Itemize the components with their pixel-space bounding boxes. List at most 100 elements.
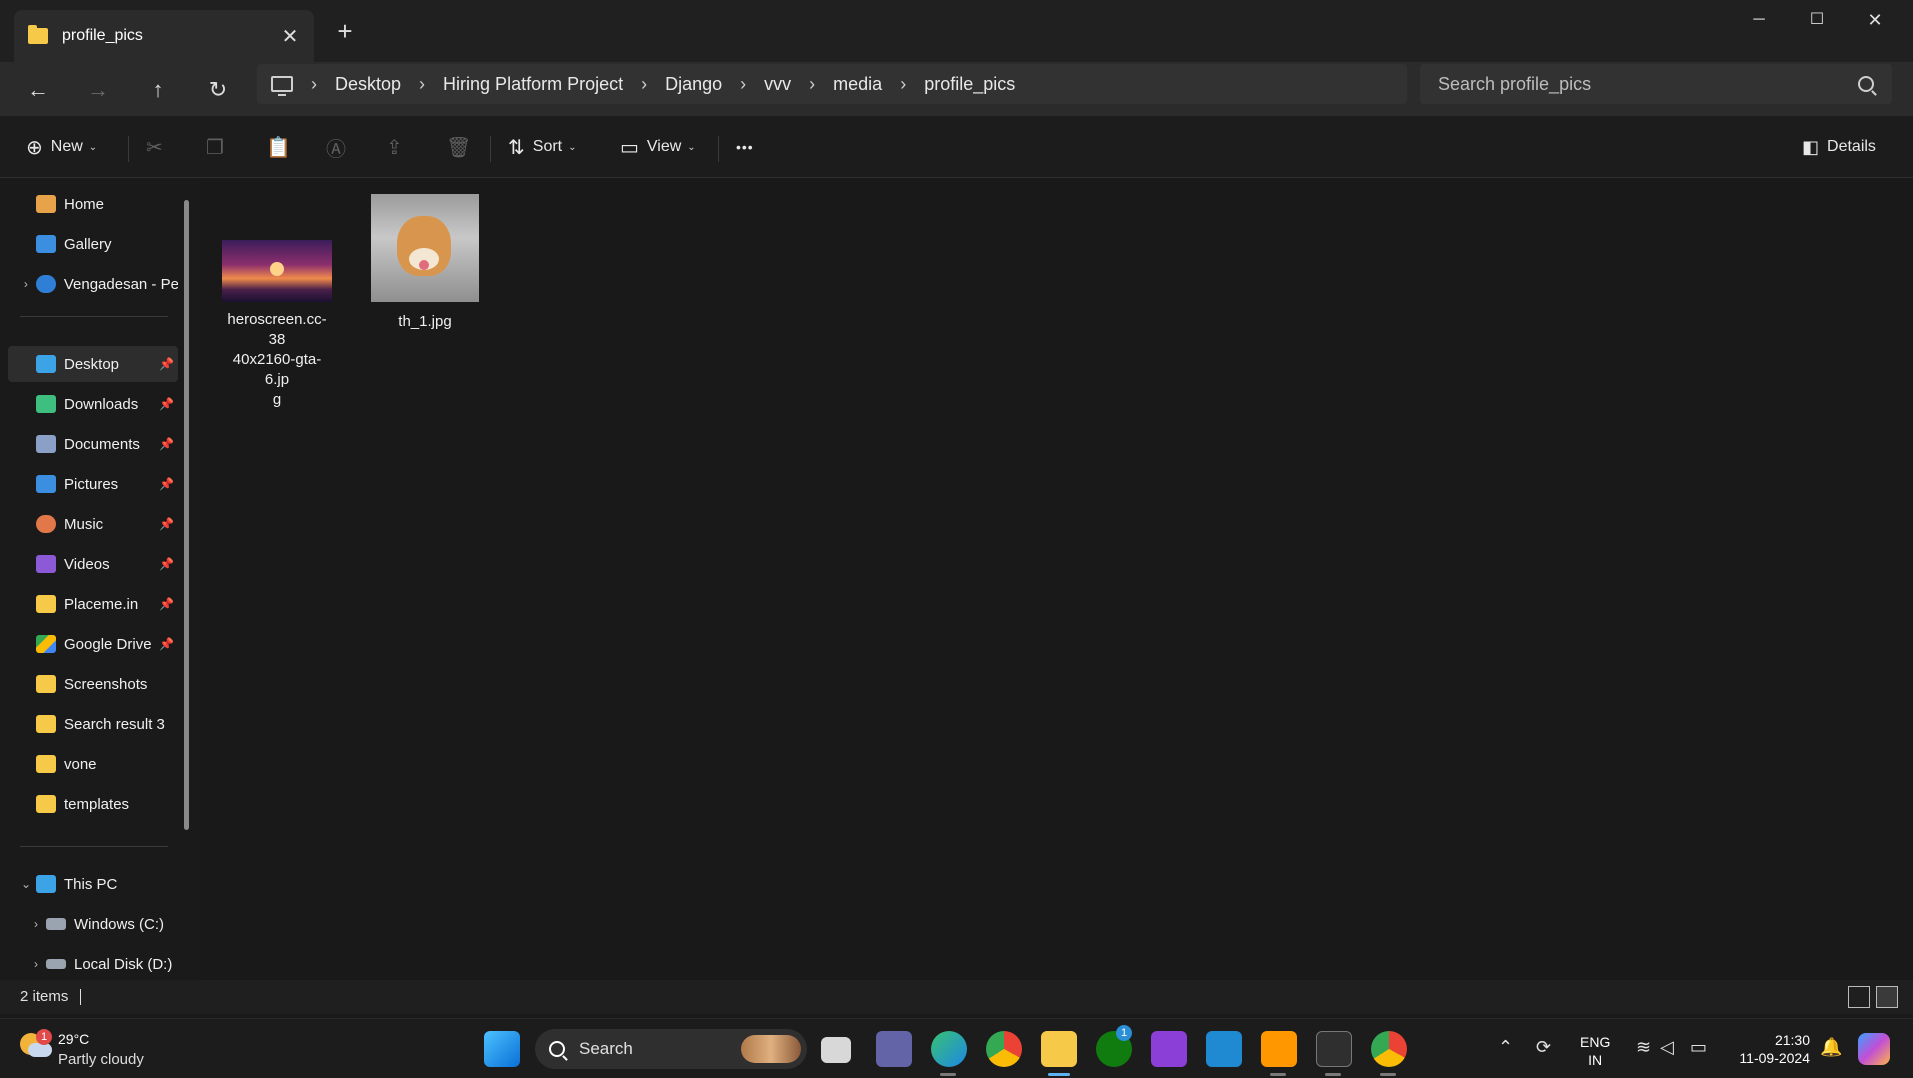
delete-button[interactable]: 🗑: [446, 130, 479, 164]
large-icons-view-button[interactable]: [1876, 986, 1898, 1008]
battery-icon[interactable]: ▭: [1690, 1037, 1707, 1058]
file-item[interactable]: heroscreen.cc-38 40x2160-gta-6.jp g: [222, 240, 332, 410]
chevron-down-icon: ⌄: [88, 141, 98, 153]
breadcrumb-desktop[interactable]: Desktop: [335, 74, 401, 95]
search-icon: [549, 1041, 565, 1057]
folder-icon: [36, 595, 56, 613]
sidebar-item-windows-c[interactable]: › Windows (C:): [18, 906, 188, 942]
rename-button[interactable]: Ⓐ: [326, 130, 354, 164]
task-view-icon[interactable]: [821, 1037, 851, 1063]
clock[interactable]: 21:30 11-09-2024: [1730, 1031, 1810, 1067]
share-icon: ⇪: [386, 136, 403, 159]
sidebar-item-videos[interactable]: Videos 📌: [8, 546, 178, 582]
pin-icon: 📌: [159, 597, 174, 611]
google-drive-icon: [36, 635, 56, 653]
breadcrumb-profile-pics[interactable]: profile_pics: [924, 74, 1015, 95]
volume-icon[interactable]: ◁: [1660, 1037, 1674, 1058]
home-icon: [36, 195, 56, 213]
chevron-right-icon[interactable]: ›: [26, 917, 46, 931]
sidebar-item-desktop[interactable]: Desktop 📌: [8, 346, 178, 382]
edge-icon[interactable]: [931, 1031, 967, 1067]
sidebar-item-this-pc[interactable]: ⌄ This PC: [8, 866, 178, 902]
details-pane-icon: ◧: [1802, 136, 1820, 157]
taskbar-search[interactable]: Search: [535, 1029, 807, 1069]
file-name: heroscreen.cc-38 40x2160-gta-6.jp g: [227, 311, 327, 408]
divider: [20, 846, 168, 847]
tab-close-button[interactable]: ✕: [280, 24, 300, 49]
back-button[interactable]: ←: [18, 72, 58, 108]
sort-button[interactable]: ⇅ Sort ⌄: [508, 130, 577, 164]
sidebar-item-music[interactable]: Music 📌: [8, 506, 178, 542]
app-icon[interactable]: [1151, 1031, 1187, 1067]
breadcrumb-django[interactable]: Django: [665, 74, 722, 95]
new-tab-button[interactable]: +: [330, 16, 360, 46]
language-indicator[interactable]: ENG IN: [1580, 1033, 1610, 1069]
more-options-button[interactable]: •••: [736, 130, 754, 164]
search-box[interactable]: Search profile_pics: [1420, 64, 1892, 104]
file-explorer-icon[interactable]: [1041, 1031, 1077, 1067]
chevron-right-icon[interactable]: ›: [16, 277, 36, 291]
file-item[interactable]: th_1.jpg: [370, 194, 480, 332]
pin-icon: 📌: [159, 477, 174, 491]
minimize-button[interactable]: ─: [1730, 4, 1788, 36]
folder-icon: [36, 675, 56, 693]
chevron-down-icon: ⌄: [687, 141, 696, 153]
sidebar-item-pictures[interactable]: Pictures 📌: [8, 466, 178, 502]
tab-profile-pics[interactable]: profile_pics ✕: [14, 10, 314, 62]
drive-icon: [46, 918, 66, 930]
sublime-text-icon[interactable]: [1261, 1031, 1297, 1067]
sidebar-item-placeme[interactable]: Placeme.in 📌: [8, 586, 178, 622]
close-window-button[interactable]: ✕: [1846, 4, 1904, 36]
details-pane-button[interactable]: ◧ Details: [1802, 130, 1876, 164]
search-input[interactable]: Search profile_pics: [1438, 74, 1858, 95]
pin-icon: 📌: [159, 397, 174, 411]
up-button[interactable]: ↑: [138, 72, 178, 108]
sidebar-item-google-drive[interactable]: Google Drive 📌: [8, 626, 178, 662]
copilot-icon[interactable]: [1858, 1033, 1890, 1065]
teams-icon[interactable]: [876, 1031, 912, 1067]
forward-button[interactable]: →: [78, 72, 118, 108]
sidebar-item-home[interactable]: Home: [8, 186, 178, 222]
chrome-icon[interactable]: [1371, 1031, 1407, 1067]
taskbar: 1 29°C Partly cloudy Search 1 ⌃ ⟳ ENG IN…: [0, 1018, 1913, 1078]
view-button[interactable]: ▭ View ⌄: [620, 130, 696, 164]
sidebar-item-documents[interactable]: Documents 📌: [8, 426, 178, 462]
file-list: heroscreen.cc-38 40x2160-gta-6.jp g th_1…: [200, 178, 1913, 980]
vscode-icon[interactable]: [1206, 1031, 1242, 1067]
paste-button[interactable]: 📋: [266, 130, 299, 164]
cut-button[interactable]: ✂: [146, 130, 171, 164]
copy-button[interactable]: ❐: [206, 130, 232, 164]
terminal-icon[interactable]: [1316, 1031, 1352, 1067]
show-hidden-icons-button[interactable]: ⌃: [1498, 1037, 1513, 1058]
pictures-icon: [36, 475, 56, 493]
sidebar-item-screenshots[interactable]: Screenshots: [8, 666, 178, 702]
trash-icon: 🗑: [446, 136, 472, 159]
chevron-down-icon[interactable]: ⌄: [16, 877, 36, 891]
maximize-button[interactable]: ☐: [1788, 4, 1846, 36]
breadcrumb-hiring-platform-project[interactable]: Hiring Platform Project: [443, 74, 623, 95]
sidebar-item-templates[interactable]: templates: [8, 786, 178, 822]
details-view-button[interactable]: [1848, 986, 1870, 1008]
new-button[interactable]: ⊕ New ⌄: [26, 130, 97, 164]
wifi-icon[interactable]: ≋: [1636, 1037, 1651, 1058]
breadcrumb-media[interactable]: media: [833, 74, 882, 95]
sidebar-item-search-result-3[interactable]: Search result 3: [8, 706, 178, 742]
chrome-icon[interactable]: [986, 1031, 1022, 1067]
chevron-right-icon[interactable]: ›: [26, 957, 46, 971]
sidebar-scrollbar[interactable]: [184, 200, 189, 830]
sidebar-item-vone[interactable]: vone: [8, 746, 178, 782]
sidebar-item-gallery[interactable]: Gallery: [8, 226, 178, 262]
breadcrumb-vvv[interactable]: vvv: [764, 74, 791, 95]
sidebar-item-local-disk-d[interactable]: › Local Disk (D:): [18, 946, 188, 982]
refresh-button[interactable]: ↻: [198, 72, 238, 108]
sidebar-item-onedrive[interactable]: › Vengadesan - Pe: [8, 266, 178, 302]
sidebar-item-downloads[interactable]: Downloads 📌: [8, 386, 178, 422]
share-button[interactable]: ⇪: [386, 130, 411, 164]
chevron-down-icon: ⌄: [568, 141, 577, 153]
start-button[interactable]: [484, 1031, 520, 1067]
divider: [718, 136, 719, 162]
sync-icon[interactable]: ⟳: [1536, 1037, 1551, 1058]
folder-icon: [36, 755, 56, 773]
address-bar[interactable]: › Desktop › Hiring Platform Project › Dj…: [257, 64, 1407, 104]
notifications-bell-icon[interactable]: 🔔: [1820, 1037, 1842, 1058]
